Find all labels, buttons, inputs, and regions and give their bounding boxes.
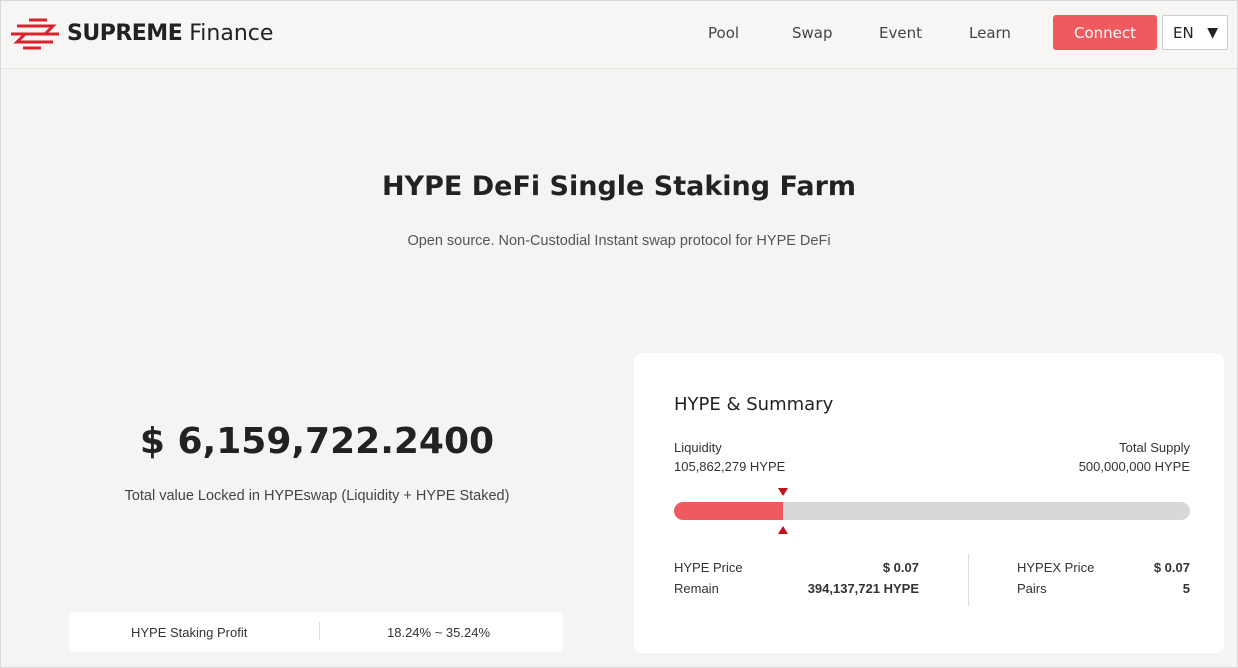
brand-light: Finance [189,21,274,46]
brand-bold: SUPREME [67,21,183,46]
pairs-value: 5 [1182,581,1190,596]
top-navbar: SUPREME Finance Pool Swap Event Learn Co… [1,1,1237,69]
page-title: HYPE DeFi Single Staking Farm [381,171,857,202]
liquidity-value: 105,862,279 HYPE [674,459,786,474]
staking-profit-label: HYPE Staking Profit [131,625,248,640]
total-supply-label: Total Supply [1119,440,1190,455]
supreme-logo-icon[interactable] [9,17,61,51]
divider [968,554,969,606]
summary-title: HYPE & Summary [674,394,834,415]
hype-price-label: HYPE Price [674,560,743,575]
language-select[interactable]: EN ▼ [1162,15,1228,50]
hypex-price-label: HYPEX Price [1017,560,1095,575]
staking-profit-panel: HYPE Staking Profit 18.24% ~ 35.24% [69,612,563,652]
connect-button[interactable]: Connect [1053,15,1157,50]
remain-label: Remain [674,581,719,596]
liquidity-progress-fill [674,502,784,520]
progress-marker-bottom-icon [778,526,789,534]
liquidity-progress-bar [674,502,1190,520]
nav-event[interactable]: Event [879,24,922,42]
tvl-label: Total value Locked in HYPEswap (Liquidit… [124,488,510,504]
pairs-label: Pairs [1017,581,1047,596]
remain-value: 394,137,721 HYPE [807,581,919,596]
progress-marker-top-icon [778,488,789,496]
nav-swap[interactable]: Swap [792,24,833,42]
staking-profit-value: 18.24% ~ 35.24% [387,625,490,640]
page-subtitle: Open source. Non-Custodial Instant swap … [407,233,831,249]
liquidity-label: Liquidity [674,440,722,455]
summary-card: HYPE & Summary Liquidity 105,862,279 HYP… [634,353,1224,653]
hype-price-value: $ 0.07 [882,560,919,575]
hypex-price-value: $ 0.07 [1153,560,1190,575]
divider [319,622,320,640]
brand-name[interactable]: SUPREME Finance [67,21,273,46]
caret-down-icon: ▼ [1207,25,1218,41]
nav-learn[interactable]: Learn [969,24,1011,42]
nav-pool[interactable]: Pool [708,24,739,42]
total-supply-value: 500,000,000 HYPE [1078,459,1190,474]
language-value: EN [1173,23,1194,42]
tvl-value: $ 6,159,722.2400 [139,421,495,462]
